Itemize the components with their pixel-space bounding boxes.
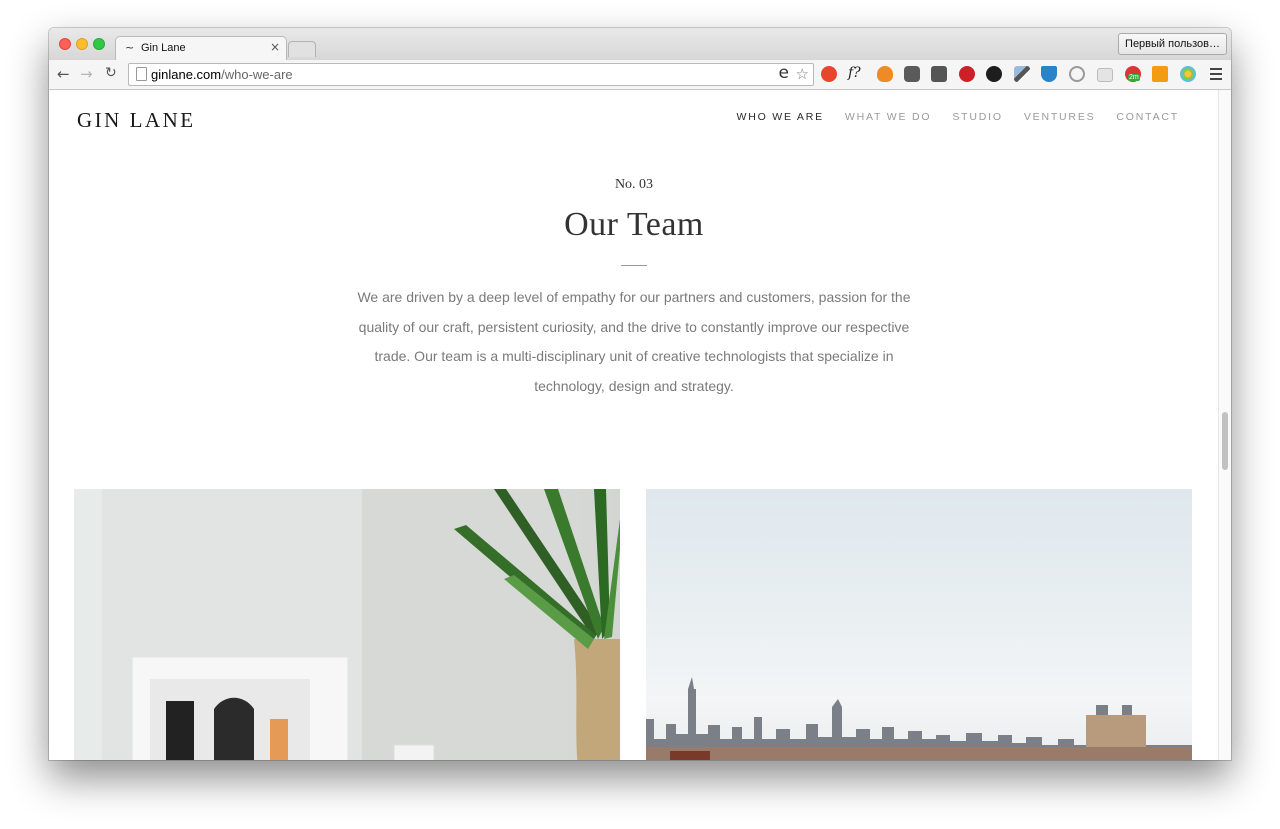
y-icon[interactable] bbox=[1041, 66, 1057, 82]
timer-badge: 2m bbox=[1128, 74, 1140, 81]
adblock-icon[interactable] bbox=[821, 66, 837, 82]
office-plant-photo bbox=[74, 489, 620, 760]
url-path: /who-we-are bbox=[221, 67, 293, 82]
evernote-icon[interactable] bbox=[904, 66, 920, 82]
nav-what-we-do[interactable]: WHAT WE DO bbox=[845, 111, 931, 123]
chart-icon[interactable] bbox=[1152, 66, 1168, 82]
page-icon bbox=[136, 67, 147, 81]
section-title: Our Team bbox=[564, 206, 704, 243]
nav-ventures[interactable]: VENTURES bbox=[1024, 111, 1096, 123]
url-text[interactable]: ginlane.com/who-we-are bbox=[151, 67, 293, 82]
menu-icon[interactable] bbox=[1210, 68, 1222, 80]
office-plant-illustration bbox=[102, 489, 620, 760]
camera-icon[interactable] bbox=[986, 66, 1002, 82]
tab-title: Gin Lane bbox=[141, 42, 186, 54]
forward-arrow-icon[interactable]: → bbox=[80, 65, 93, 83]
nav-studio[interactable]: STUDIO bbox=[952, 111, 1002, 123]
skyline-illustration bbox=[646, 677, 1192, 760]
url-host: ginlane.com bbox=[151, 67, 222, 82]
tab-close-icon[interactable]: × bbox=[270, 40, 280, 54]
back-arrow-icon[interactable]: ← bbox=[57, 65, 70, 83]
tab-gin-lane[interactable]: ~ Gin Lane × bbox=[115, 36, 287, 61]
browser-toolbar: ← → ↻ ginlane.com/who-we-are e ☆ f? 2m bbox=[49, 60, 1231, 90]
gin-lane-favicon-icon: ~ bbox=[125, 41, 135, 54]
pinterest-icon[interactable] bbox=[959, 66, 975, 82]
flame-icon[interactable] bbox=[877, 66, 893, 82]
reader-icon[interactable] bbox=[1097, 68, 1113, 82]
section-number: No. 03 bbox=[614, 177, 654, 192]
eyedropper-icon[interactable] bbox=[1014, 66, 1030, 82]
bookmark-star-icon[interactable]: ☆ bbox=[796, 65, 809, 83]
minimize-window-button[interactable] bbox=[76, 38, 88, 50]
title-divider bbox=[621, 265, 647, 266]
e-extension-icon[interactable]: e bbox=[779, 63, 789, 83]
site-logo[interactable]: GIN LANE bbox=[77, 108, 196, 133]
fonts-icon[interactable]: f? bbox=[848, 65, 861, 81]
timer-icon[interactable]: 2m bbox=[1125, 66, 1141, 82]
colorful-icon[interactable] bbox=[1180, 66, 1196, 82]
city-skyline-photo bbox=[646, 489, 1192, 760]
zoom-window-button[interactable] bbox=[93, 38, 105, 50]
new-tab-button[interactable] bbox=[288, 41, 316, 57]
scrollbar-thumb[interactable] bbox=[1222, 412, 1228, 470]
pocket-icon[interactable] bbox=[931, 66, 947, 82]
site-nav: WHO WE ARE WHAT WE DO STUDIO VENTURES CO… bbox=[737, 111, 1180, 123]
nav-contact[interactable]: CONTACT bbox=[1116, 111, 1179, 123]
reload-icon[interactable]: ↻ bbox=[105, 65, 117, 81]
nav-who-we-are[interactable]: WHO WE ARE bbox=[737, 111, 824, 123]
close-window-button[interactable] bbox=[59, 38, 71, 50]
browser-window: ~ Gin Lane × Первый пользов… ← → ↻ ginla… bbox=[49, 28, 1231, 760]
page-scrollbar[interactable] bbox=[1218, 90, 1231, 760]
tab-strip: ~ Gin Lane × Первый пользов… bbox=[49, 28, 1231, 61]
circle-arrow-icon[interactable] bbox=[1069, 66, 1085, 82]
section-body: We are driven by a deep level of empathy… bbox=[357, 289, 911, 394]
web-page: GIN LANE WHO WE ARE WHAT WE DO STUDIO VE… bbox=[49, 90, 1219, 760]
address-bar[interactable]: ginlane.com/who-we-are e ☆ bbox=[128, 63, 814, 86]
profile-button[interactable]: Первый пользов… bbox=[1118, 33, 1227, 55]
